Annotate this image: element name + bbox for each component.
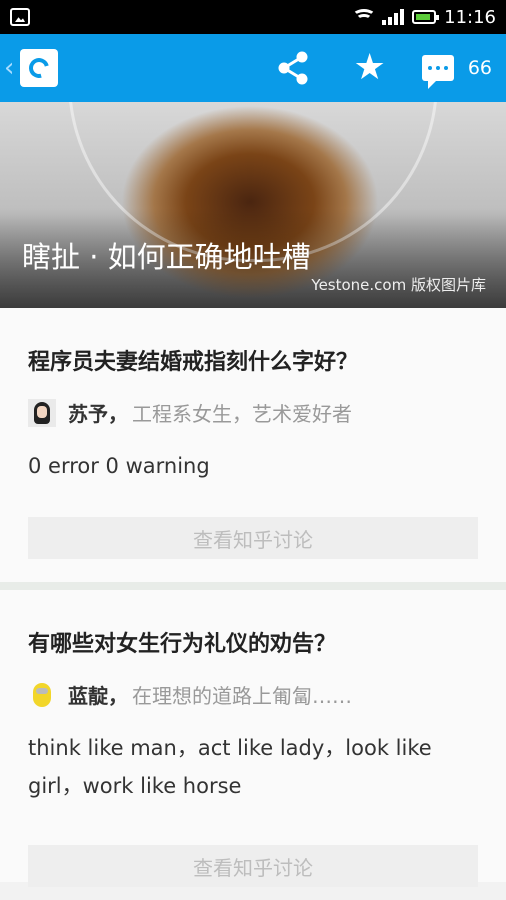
- status-time: 11:16: [444, 6, 496, 28]
- view-discussion-button[interactable]: 查看知乎讨论: [28, 845, 478, 887]
- signal-icon: [382, 9, 405, 25]
- question-card: 有哪些对女生行为礼仪的劝告？ 蓝靛， 在理想的道路上匍匐…… think lik…: [0, 590, 506, 887]
- battery-icon: [412, 10, 440, 24]
- back-chevron-icon[interactable]: ‹: [4, 53, 18, 83]
- question-title: 程序员夫妻结婚戒指刻什么字好？: [28, 350, 359, 375]
- image-notification-icon: [10, 8, 30, 26]
- author-description: 在理想的道路上匍匐……: [132, 684, 352, 708]
- zhihu-daily-logo[interactable]: [20, 49, 58, 87]
- comment-icon[interactable]: [421, 55, 454, 89]
- author-name: 苏予，: [68, 402, 128, 426]
- answer-text: 0 error 0 warning: [28, 454, 210, 478]
- answer-author: 蓝靛， 在理想的道路上匍匐……: [28, 680, 478, 709]
- app-bar: ‹ ★ 66: [0, 34, 506, 102]
- author-name: 蓝靛，: [68, 684, 128, 708]
- wifi-icon: [352, 9, 377, 25]
- author-description: 工程系女生，艺术爱好者: [132, 402, 352, 426]
- hero-image: 瞎扯 · 如何正确地吐槽 Yestone.com 版权图片库: [0, 102, 506, 308]
- comment-count[interactable]: 66: [468, 57, 492, 79]
- answer-text: think like man，act like lady，look like g…: [28, 736, 432, 798]
- image-credit: Yestone.com 版权图片库: [311, 276, 486, 294]
- logo-ring-icon: [25, 54, 53, 82]
- share-button[interactable]: [276, 51, 310, 85]
- question-title: 有哪些对女生行为礼仪的劝告？: [28, 632, 337, 657]
- answer-author: 苏予， 工程系女生，艺术爱好者: [28, 398, 478, 427]
- status-bar: 11:16: [0, 0, 506, 34]
- article-title: 瞎扯 · 如何正确地吐槽: [22, 240, 311, 274]
- question-card: 程序员夫妻结婚戒指刻什么字好？ 苏予， 工程系女生，艺术爱好者 0 error …: [0, 308, 506, 590]
- share-icon: [278, 51, 308, 85]
- avatar: [28, 398, 56, 427]
- favorite-star-icon[interactable]: ★: [354, 50, 386, 86]
- avatar: [28, 681, 56, 709]
- view-discussion-button[interactable]: 查看知乎讨论: [28, 517, 478, 559]
